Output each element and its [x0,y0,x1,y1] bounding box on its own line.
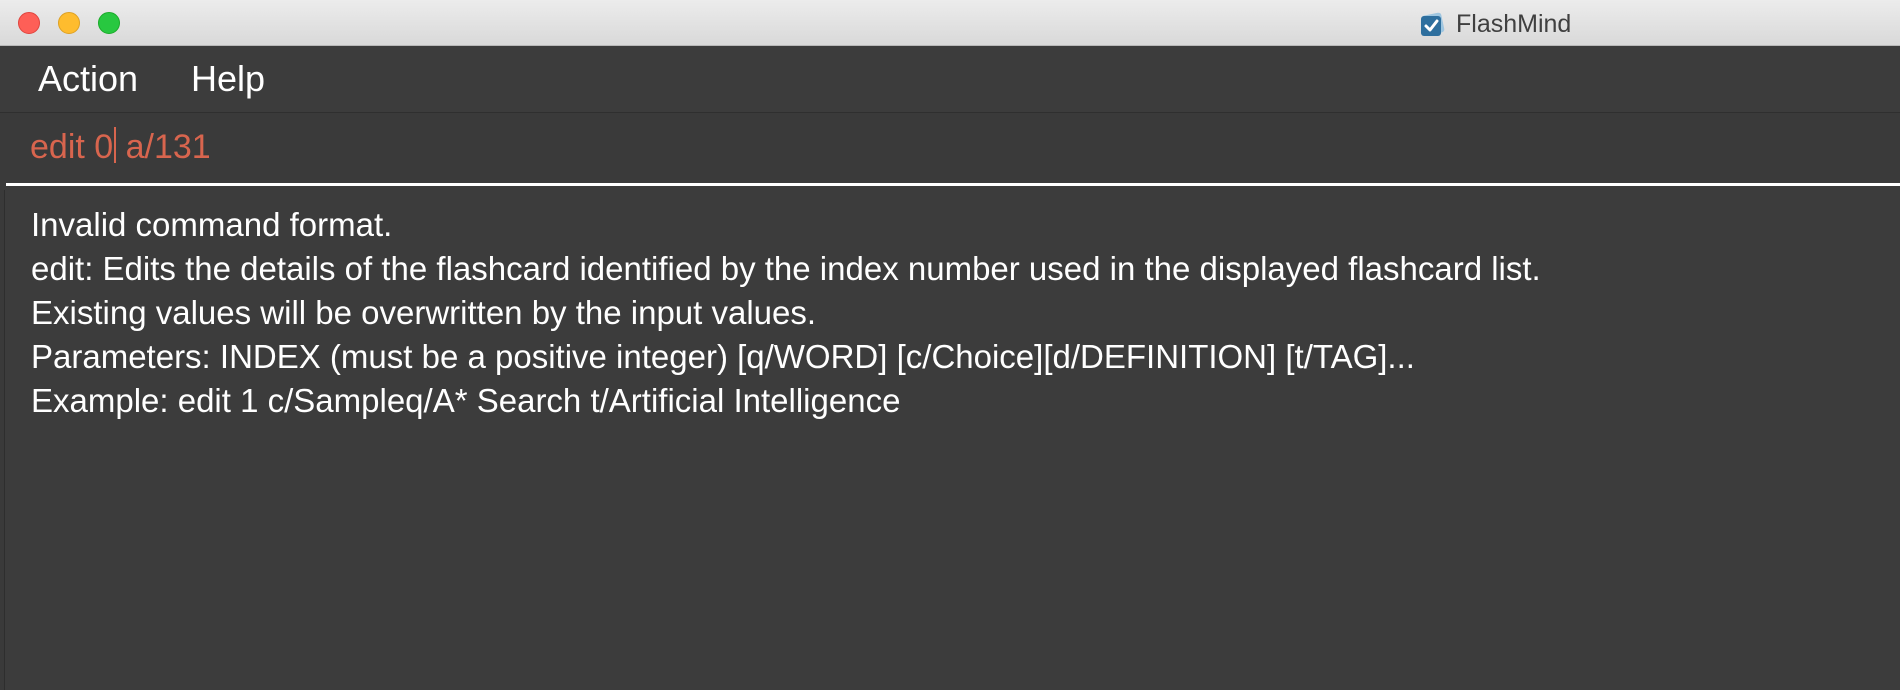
result-line: Existing values will be overwritten by t… [31,294,817,331]
result-line: Example: edit 1 c/Sampleq/A* Search t/Ar… [31,382,901,419]
result-display[interactable]: Invalid command format. edit: Edits the … [4,190,1900,690]
menu-action[interactable]: Action [38,58,138,100]
minimize-window-button[interactable] [58,12,80,34]
result-line: Invalid command format. [31,206,393,243]
title-bar[interactable]: FlashMind [0,0,1900,46]
menu-bar: Action Help [0,46,1900,113]
menu-help[interactable]: Help [191,58,265,100]
command-box[interactable]: edit 0 a/131 [0,113,1900,184]
result-line: edit: Edits the details of the flashcard… [31,250,1541,287]
window-title: FlashMind [1456,9,1572,38]
close-window-button[interactable] [18,12,40,34]
command-text-before-caret: edit 0 [30,128,114,166]
result-line: Parameters: INDEX (must be a positive in… [31,338,1415,375]
flashmind-app-icon [1421,12,1445,36]
command-box-divider [6,183,1900,186]
window-title-group: FlashMind [1418,8,1571,40]
command-text-after-caret: a/131 [116,128,211,166]
app-window: FlashMind Action Help edit 0 a/131 Inval… [0,0,1900,690]
command-input[interactable]: edit 0 a/131 [30,127,211,167]
zoom-window-button[interactable] [98,12,120,34]
